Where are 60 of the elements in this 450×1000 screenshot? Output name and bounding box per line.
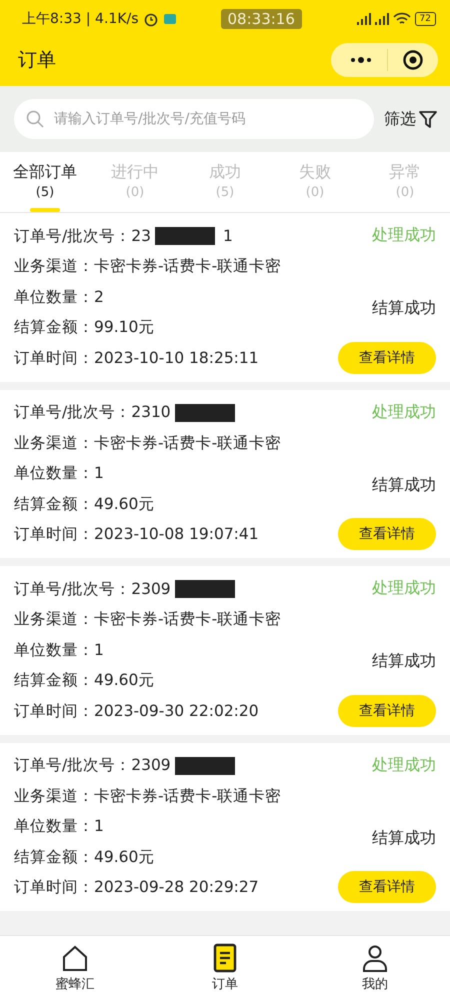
order-number: 订单号/批次号：2309 [14,755,171,776]
view-details-button[interactable]: 查看详情 [338,342,436,374]
order-time: 订单时间：2023-10-10 18:25:11 [14,348,259,369]
order-quantity: 单位数量：2 [14,286,104,308]
order-tab[interactable]: 全部订单 (5) [0,152,90,212]
order-number: 订单号/批次号：23 [14,226,151,247]
order-number: 订单号/批次号：2310 [14,402,171,424]
order-number-tail: 1 [222,227,233,246]
redaction-bar [154,227,215,246]
settle-status: 结算成功 [372,298,436,320]
order-number: 订单号/批次号：2309 [14,578,171,600]
order-quantity: 单位数量：1 [14,816,104,838]
alarm-icon [142,11,159,27]
settle-status: 结算成功 [372,651,436,672]
screen-clock: 08:33:16 [220,9,302,29]
nav-item[interactable]: 订单 [150,936,300,1000]
order-time: 订单时间：2023-09-28 20:29:27 [14,877,259,898]
battery-level: 72 [414,12,436,26]
redaction-bar [174,756,235,775]
order-time: 订单时间：2023-10-08 19:07:41 [14,524,259,546]
search-input[interactable]: 请输入订单号/批次号/充值号码 [52,110,362,128]
order-quantity: 单位数量：1 [14,463,104,484]
process-status: 处理成功 [372,578,436,599]
redaction-bar [174,580,235,598]
order-channel: 业务渠道：卡密卡券-话费卡-联通卡密 [14,256,282,278]
app-icon [162,12,177,26]
settle-status: 结算成功 [372,828,436,849]
wifi-icon [392,12,411,26]
close-icon[interactable] [402,49,424,71]
filter-button[interactable]: 筛选 [384,108,438,130]
view-details-button[interactable]: 查看详情 [338,694,436,726]
process-status: 处理成功 [372,754,436,776]
settle-status: 结算成功 [372,474,436,496]
view-details-button[interactable]: 查看详情 [338,871,436,903]
person-icon [360,943,390,973]
view-details-button[interactable]: 查看详情 [338,518,436,550]
order-channel: 业务渠道：卡密卡券-话费卡-联通卡密 [14,432,282,454]
filter-icon [418,109,438,129]
process-status: 处理成功 [372,225,436,246]
signal-icon [356,13,371,25]
order-amount: 结算金额：99.10元 [14,317,154,338]
search-field[interactable]: 请输入订单号/批次号/充值号码 [14,99,374,139]
process-status: 处理成功 [372,402,436,422]
nav-item[interactable]: 蜜蜂汇 [0,936,150,1000]
search-icon [26,110,44,128]
order-quantity: 单位数量：1 [14,640,104,661]
page-title: 订单 [18,48,56,73]
signal-icon [374,13,389,25]
more-icon[interactable] [349,56,373,64]
order-time: 订单时间：2023-09-30 22:02:20 [14,700,259,722]
capsule-control[interactable] [331,43,438,77]
redaction-bar [174,404,235,422]
nav-item[interactable]: 我的 [300,936,450,1000]
home-icon [60,943,90,973]
order-amount: 结算金额：49.60元 [14,670,154,692]
order-channel: 业务渠道：卡密卡券-话费卡-联通卡密 [14,786,282,807]
status-time: 上午8:33 | 4.1K/s [22,10,139,28]
order-amount: 结算金额：49.60元 [14,494,154,515]
order-amount: 结算金额：49.60元 [14,846,154,868]
order-channel: 业务渠道：卡密卡券-话费卡-联通卡密 [14,609,282,630]
